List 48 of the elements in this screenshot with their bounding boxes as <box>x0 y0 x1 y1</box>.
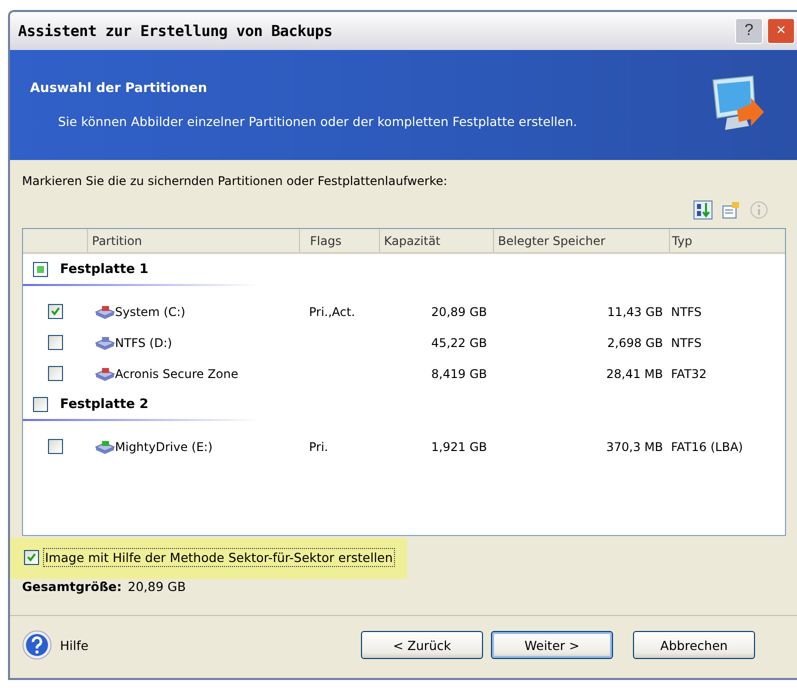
checkbox[interactable] <box>33 396 48 412</box>
sort-icon[interactable] <box>693 200 713 220</box>
column-header[interactable]: Flags <box>299 229 379 252</box>
type-cell: FAT16 (LBA) <box>671 440 743 454</box>
type-cell: NTFS <box>671 304 702 318</box>
capacity-cell: 8,419 GB <box>431 366 487 380</box>
partition-name: NTFS (D:) <box>115 336 172 350</box>
used-cell: 28,41 MB <box>606 366 663 380</box>
instruction-text: Markieren Sie die zu sichernden Partitionen oder Festplattenlaufwerke: <box>22 174 448 188</box>
capacity-cell: 20,89 GB <box>431 304 487 318</box>
type-cell: FAT32 <box>671 366 707 380</box>
flags-cell: Pri.,Act. <box>309 304 356 318</box>
column-header[interactable]: Typ <box>669 229 785 252</box>
partition-name: Acronis Secure Zone <box>115 366 238 380</box>
used-cell: 11,43 GB <box>607 304 663 318</box>
checkbox[interactable] <box>48 335 62 350</box>
help-icon[interactable] <box>22 630 52 660</box>
option-label[interactable]: Image mit Hilfe der Methode Sektor-für-Sektor erstellen <box>43 548 395 567</box>
used-cell: 2,698 GB <box>607 336 663 350</box>
header-subtitle: Sie können Abbilder einzelner Partitionen oder der kompletten Festplatte erstellen. <box>57 114 578 129</box>
column-header[interactable]: Partition <box>87 229 299 252</box>
partition-name: MightyDrive (E:) <box>115 440 213 454</box>
wizard-button[interactable]: Abbrechen <box>633 631 755 659</box>
flags-cell: Pri. <box>309 440 328 454</box>
column-header[interactable]: Belegter Speicher <box>493 229 669 252</box>
help-button[interactable]: ? <box>735 18 763 44</box>
partition-name: System (C:) <box>115 304 186 318</box>
checkbox[interactable] <box>48 366 62 381</box>
disk-name: Festplatte 1 <box>60 262 148 276</box>
type-cell: NTFS <box>671 336 702 350</box>
total-label: Gesamtgröße: <box>22 579 122 594</box>
header-title: Auswahl der Partitionen <box>30 81 208 96</box>
column-header[interactable]: Kapazität <box>379 229 493 252</box>
wizard-button[interactable]: Weiter > <box>491 631 613 659</box>
properties-icon[interactable] <box>721 200 741 220</box>
disk-name: Festplatte 2 <box>60 396 148 412</box>
help-link[interactable]: Hilfe <box>60 638 88 652</box>
total-value: 20,89 GB <box>128 579 186 594</box>
wizard-button[interactable]: < Zurück <box>361 631 483 659</box>
used-cell: 370,3 MB <box>606 440 663 454</box>
checkbox[interactable] <box>48 439 62 454</box>
checkbox[interactable] <box>48 304 62 319</box>
capacity-cell: 1,921 GB <box>431 440 487 454</box>
checkbox[interactable] <box>33 262 48 276</box>
close-button[interactable]: × <box>767 18 795 44</box>
checkbox[interactable] <box>24 550 39 565</box>
window-title: Assistent zur Erstellung von Backups <box>18 22 334 40</box>
capacity-cell: 45,22 GB <box>431 336 487 350</box>
